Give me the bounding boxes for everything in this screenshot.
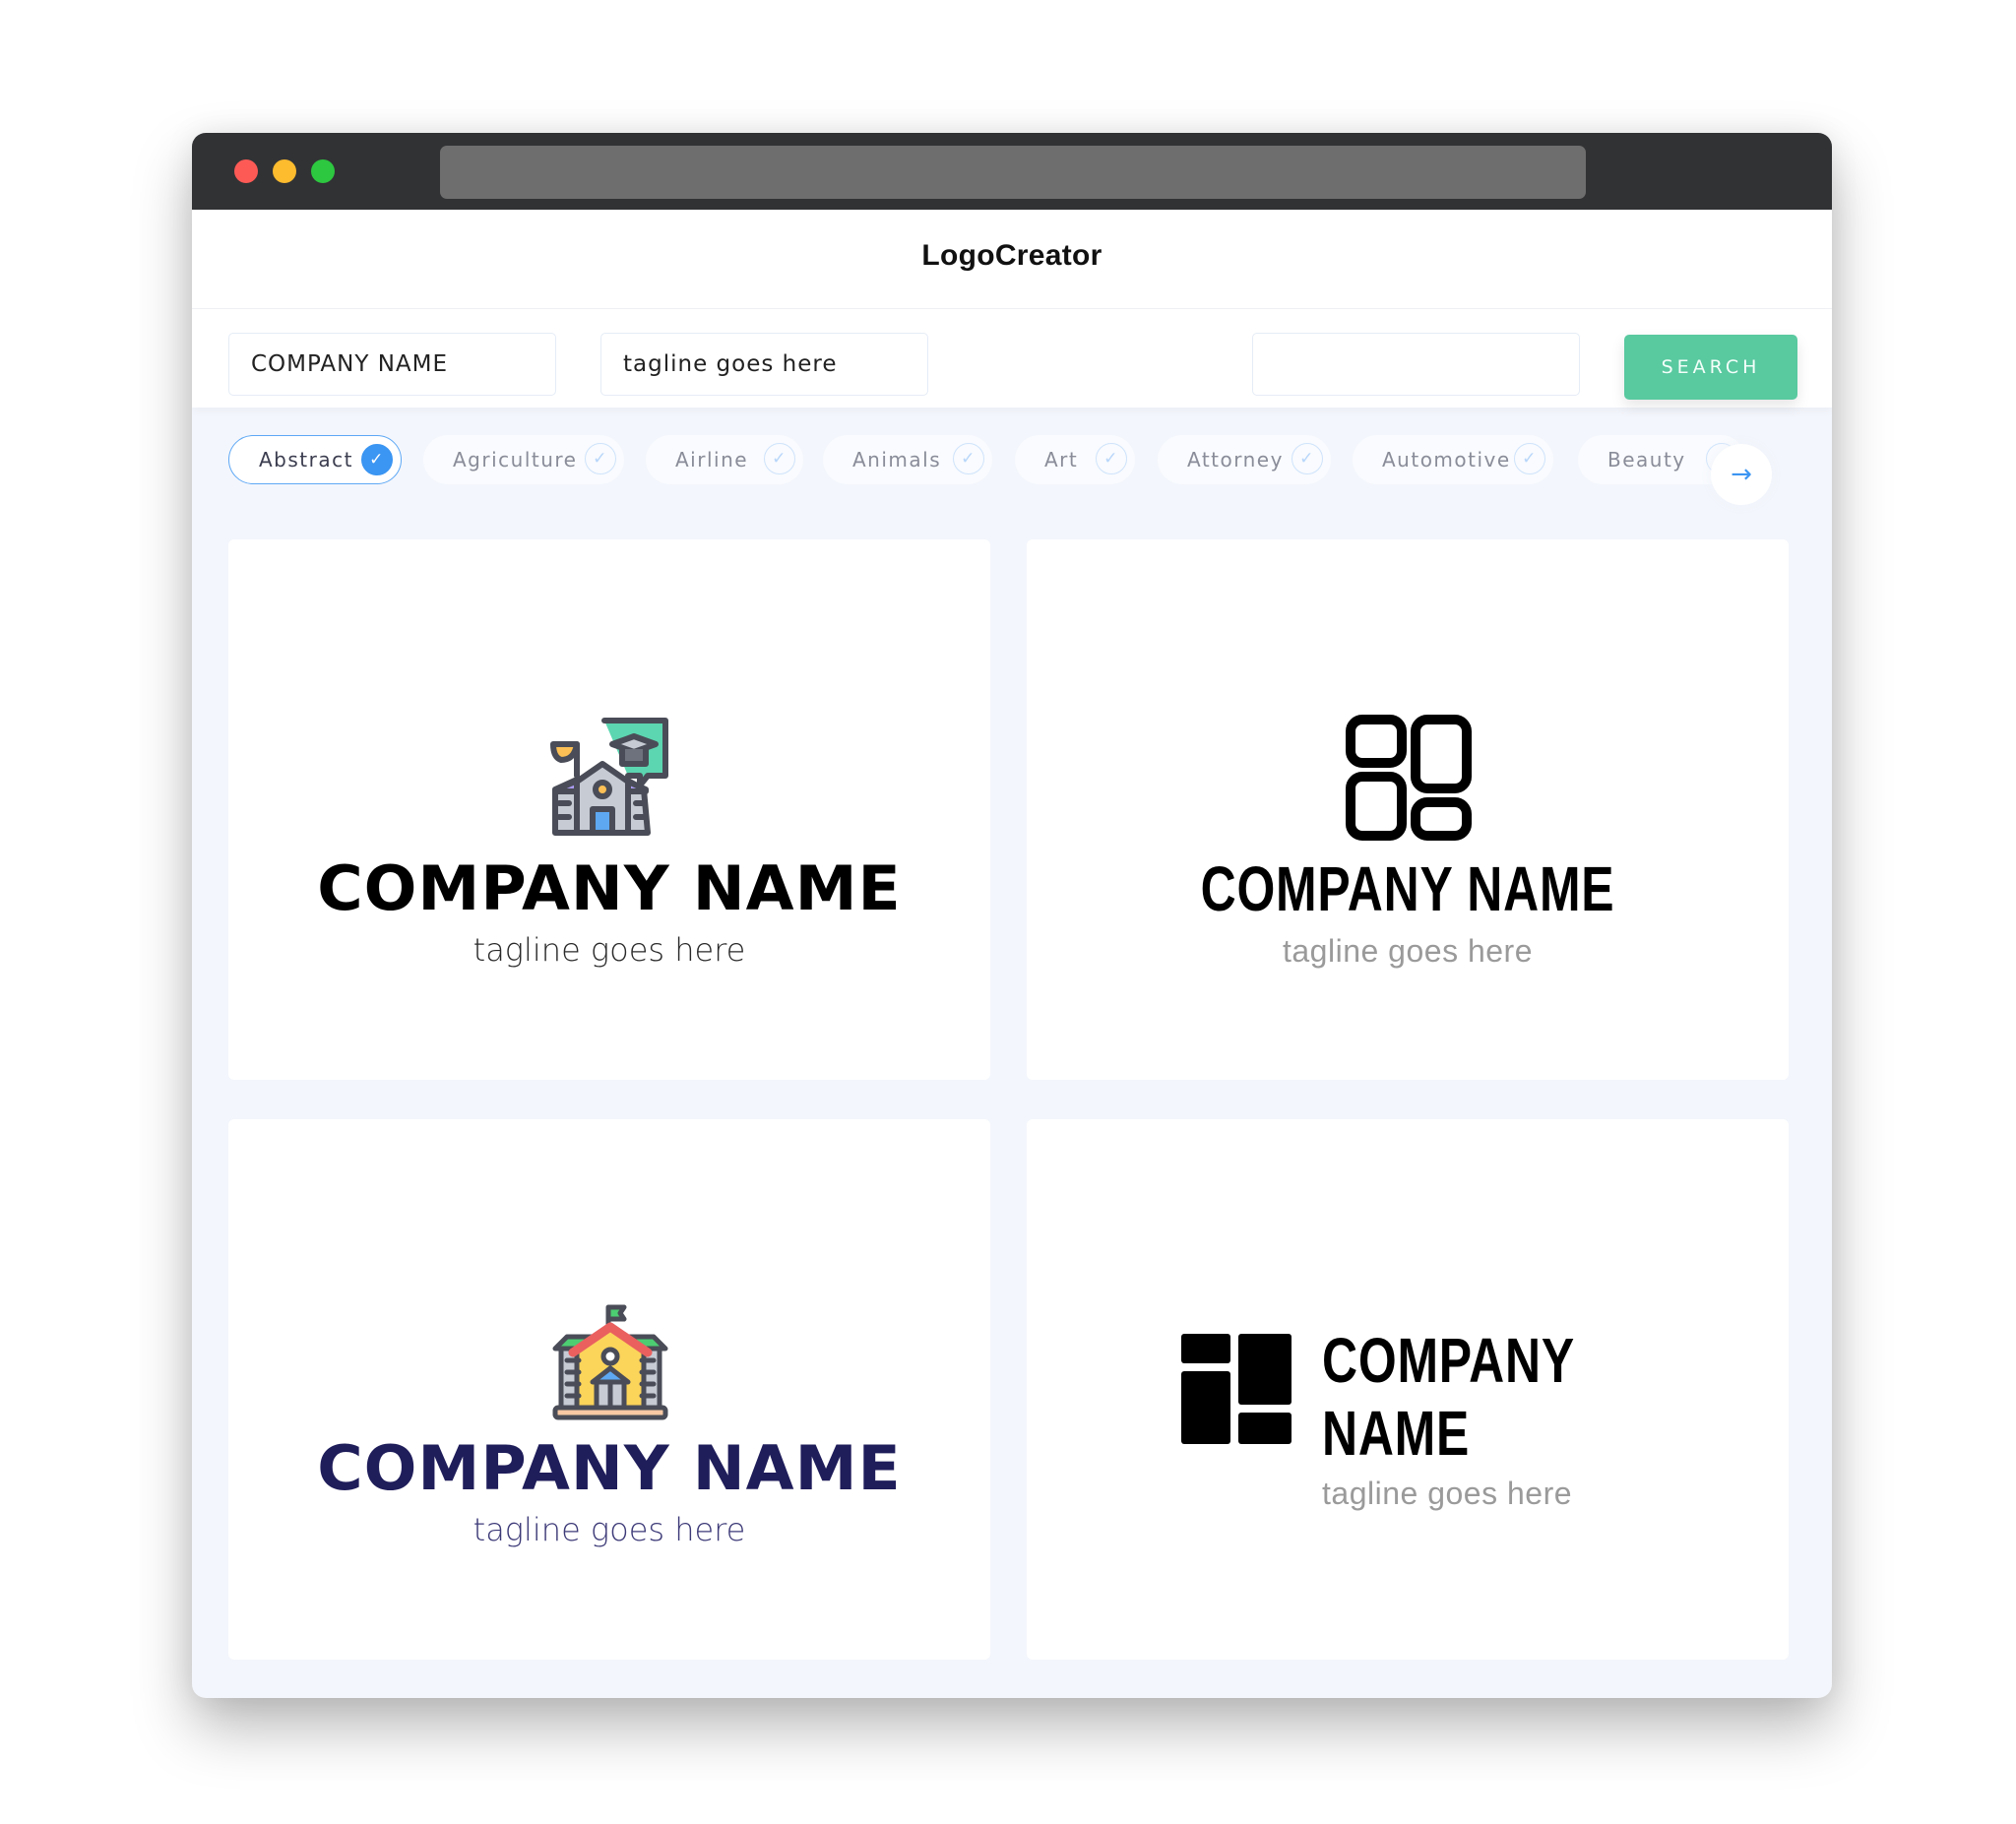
school-graduation-chat-icon [550, 718, 668, 836]
category-label: Art [1044, 448, 1079, 472]
logo-company-name: COMPANY NAME [1200, 853, 1615, 924]
check-icon: ✓ [1514, 443, 1545, 474]
logo-card[interactable]: COMPANY NAME tagline goes here [228, 539, 990, 1080]
logo-company-name: COMPANY NAME [317, 1432, 902, 1504]
search-button[interactable]: SEARCH [1624, 335, 1797, 400]
search-input[interactable] [1252, 333, 1580, 396]
grid-layout-solid-icon [1181, 1334, 1292, 1444]
next-categories-button[interactable]: → [1711, 444, 1772, 505]
category-filter-bar: Abstract ✓ Agriculture ✓ Airline ✓ Anima… [228, 425, 1803, 514]
maximize-window-button[interactable] [311, 159, 335, 183]
logo-tagline: tagline goes here [472, 931, 746, 969]
category-label: Airline [675, 448, 749, 472]
category-chip-abstract[interactable]: Abstract ✓ [228, 435, 402, 484]
category-label: Attorney [1187, 448, 1284, 472]
logo-company-name: COMPANY NAME [317, 852, 902, 924]
category-chip-agriculture[interactable]: Agriculture ✓ [423, 435, 624, 484]
check-icon: ✓ [1292, 443, 1323, 474]
category-label: Beauty [1607, 448, 1686, 472]
category-chip-art[interactable]: Art ✓ [1015, 435, 1135, 484]
category-chip-attorney[interactable]: Attorney ✓ [1158, 435, 1331, 484]
address-bar[interactable] [440, 146, 1586, 199]
logo-tagline: tagline goes here [1282, 933, 1533, 969]
category-label: Agriculture [453, 448, 578, 472]
logo-text-block: COMPANY NAME tagline goes here [1322, 1324, 1775, 1512]
arrow-right-icon: → [1731, 460, 1752, 489]
tagline-input[interactable]: tagline goes here [600, 333, 928, 396]
check-icon: ✓ [361, 444, 393, 475]
browser-window: LogoCreator COMPANY NAME tagline goes he… [192, 133, 1832, 1698]
category-chip-animals[interactable]: Animals ✓ [823, 435, 992, 484]
category-chip-airline[interactable]: Airline ✓ [646, 435, 803, 484]
grid-layout-outline-icon [1346, 715, 1472, 841]
logo-tagline: tagline goes here [1322, 1476, 1573, 1511]
search-toolbar: COMPANY NAME tagline goes here SEARCH [192, 309, 1832, 408]
check-icon: ✓ [1096, 443, 1127, 474]
category-label: Abstract [259, 448, 353, 472]
app-header: LogoCreator [192, 210, 1832, 309]
company-name-input[interactable]: COMPANY NAME [228, 333, 556, 396]
category-label: Animals [852, 448, 942, 472]
check-icon: ✓ [585, 443, 616, 474]
check-icon: ✓ [953, 443, 984, 474]
close-window-button[interactable] [234, 159, 258, 183]
logo-card[interactable]: COMPANY NAME tagline goes here [1027, 539, 1789, 1080]
logo-card[interactable]: COMPANY NAME tagline goes here [228, 1119, 990, 1660]
logo-company-name: COMPANY NAME [1322, 1325, 1575, 1469]
logo-card[interactable]: COMPANY NAME tagline goes here [1027, 1119, 1789, 1660]
school-building-icon [552, 1304, 668, 1420]
minimize-window-button[interactable] [273, 159, 296, 183]
check-icon: ✓ [764, 443, 795, 474]
category-label: Automotive [1382, 448, 1511, 472]
logo-tagline: tagline goes here [472, 1511, 746, 1548]
category-chip-automotive[interactable]: Automotive ✓ [1353, 435, 1553, 484]
title-bar [192, 133, 1832, 210]
app-title: LogoCreator [921, 239, 1102, 272]
